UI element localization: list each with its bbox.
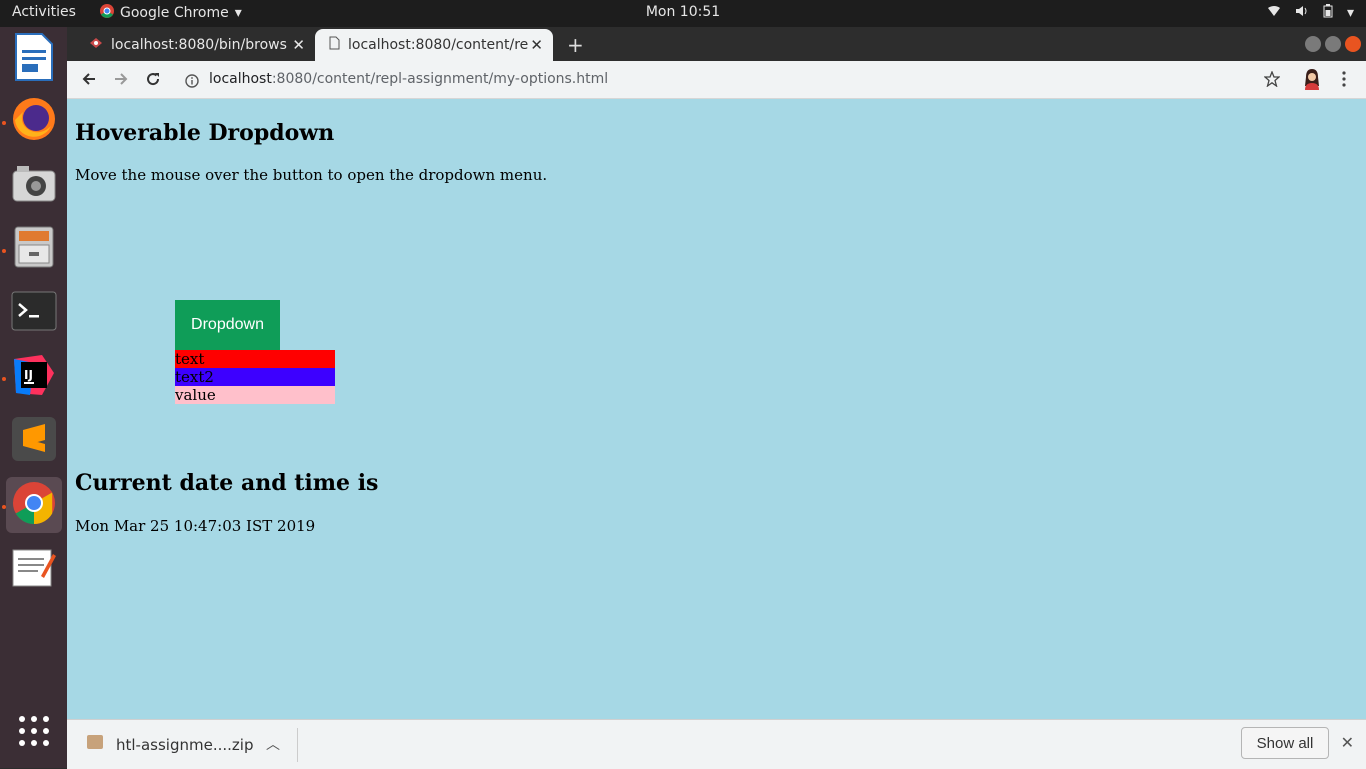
new-tab-button[interactable]: + xyxy=(567,33,584,57)
more-vert-icon xyxy=(1342,71,1346,87)
dock-show-applications[interactable] xyxy=(6,705,62,761)
zip-file-icon xyxy=(87,735,103,749)
dock-text-editor[interactable] xyxy=(6,541,62,597)
dropdown-option[interactable]: text2 xyxy=(175,368,335,386)
top-bar: Activities Google Chrome ▾ Mon 10:51 ▾ xyxy=(0,0,1366,27)
system-tray[interactable]: ▾ xyxy=(1267,4,1354,22)
divider xyxy=(297,728,298,762)
dropdown-option[interactable]: value xyxy=(175,386,335,404)
svg-text:IJ: IJ xyxy=(24,368,33,382)
dock-file-manager[interactable] xyxy=(6,221,62,277)
page-description: Move the mouse over the button to open t… xyxy=(75,166,548,184)
avatar-icon xyxy=(1305,69,1319,90)
profile-avatar[interactable] xyxy=(1300,67,1324,91)
back-button[interactable] xyxy=(77,67,101,91)
tab-close-icon[interactable]: ✕ xyxy=(530,36,543,54)
url-path: :8080/content/repl-assignment/my-options… xyxy=(271,71,609,87)
datetime-heading: Current date and time is xyxy=(75,470,379,496)
show-all-button[interactable]: Show all xyxy=(1241,727,1329,759)
chevron-up-icon[interactable]: ︿ xyxy=(266,734,280,754)
download-bar: htl-assignme....zip ︿ Show all ✕ xyxy=(67,719,1366,769)
reload-button[interactable] xyxy=(141,67,165,91)
menu-button[interactable] xyxy=(1332,67,1356,91)
dock: IJ xyxy=(0,27,67,768)
tab-title: localhost:8080/content/re xyxy=(348,37,528,53)
tab-close-icon[interactable]: ✕ xyxy=(292,36,305,54)
file-manager-icon xyxy=(13,225,55,273)
arrow-left-icon xyxy=(82,73,95,85)
intellij-idea-icon: IJ xyxy=(12,353,56,401)
forward-button[interactable] xyxy=(109,67,133,91)
sublime-text-icon xyxy=(11,416,57,466)
libreoffice-writer-icon xyxy=(12,32,56,86)
reload-icon xyxy=(147,73,160,86)
page-content: Hoverable Dropdown Move the mouse over t… xyxy=(67,99,1366,719)
browser-toolbar: localhost:8080/content/repl-assignment/m… xyxy=(67,61,1366,99)
dock-intellij[interactable]: IJ xyxy=(6,349,62,405)
info-icon[interactable] xyxy=(185,73,199,92)
maximize-button[interactable] xyxy=(1325,36,1341,52)
bookmark-button[interactable] xyxy=(1260,67,1284,91)
tab-my-options[interactable]: localhost:8080/content/re ✕ xyxy=(315,29,553,61)
dock-libreoffice-writer[interactable] xyxy=(6,31,62,87)
dock-chrome[interactable] xyxy=(6,477,62,533)
page-icon xyxy=(329,36,340,54)
camera-icon xyxy=(11,163,57,207)
dock-terminal[interactable] xyxy=(6,285,62,341)
firefox-icon xyxy=(11,96,57,146)
app-grid-icon xyxy=(18,715,50,751)
terminal-icon xyxy=(11,291,57,335)
chevron-down-icon: ▾ xyxy=(1346,5,1354,21)
url-host: localhost xyxy=(209,71,272,87)
dock-firefox[interactable] xyxy=(6,93,62,149)
chrome-window: localhost:8080/bin/brows ✕ localhost:808… xyxy=(67,27,1366,769)
battery-icon xyxy=(1323,4,1333,22)
tab-strip: localhost:8080/bin/brows ✕ localhost:808… xyxy=(67,27,1366,61)
tab-browse[interactable]: localhost:8080/bin/brows ✕ xyxy=(75,29,315,61)
close-icon[interactable]: ✕ xyxy=(1341,733,1354,752)
chrome-icon xyxy=(11,480,57,530)
favicon-icon xyxy=(89,37,103,53)
download-filename[interactable]: htl-assignme....zip xyxy=(116,736,253,754)
text-editor-icon xyxy=(11,546,57,592)
dock-camera[interactable] xyxy=(6,157,62,213)
address-bar[interactable]: localhost:8080/content/repl-assignment/m… xyxy=(209,71,608,87)
arrow-right-icon xyxy=(115,73,128,85)
window-close-button[interactable] xyxy=(1345,36,1361,52)
wifi-icon xyxy=(1267,5,1281,21)
volume-icon xyxy=(1295,5,1309,21)
star-icon xyxy=(1264,71,1280,87)
dropdown-option[interactable]: text xyxy=(175,350,335,368)
dock-sublime-text[interactable] xyxy=(6,413,62,469)
dropdown-button[interactable]: Dropdown xyxy=(175,300,280,350)
clock[interactable]: Mon 10:51 xyxy=(0,4,1366,20)
page-title: Hoverable Dropdown xyxy=(75,120,335,146)
minimize-button[interactable] xyxy=(1305,36,1321,52)
datetime-value: Mon Mar 25 10:47:03 IST 2019 xyxy=(75,517,316,535)
tab-title: localhost:8080/bin/brows xyxy=(111,37,287,53)
